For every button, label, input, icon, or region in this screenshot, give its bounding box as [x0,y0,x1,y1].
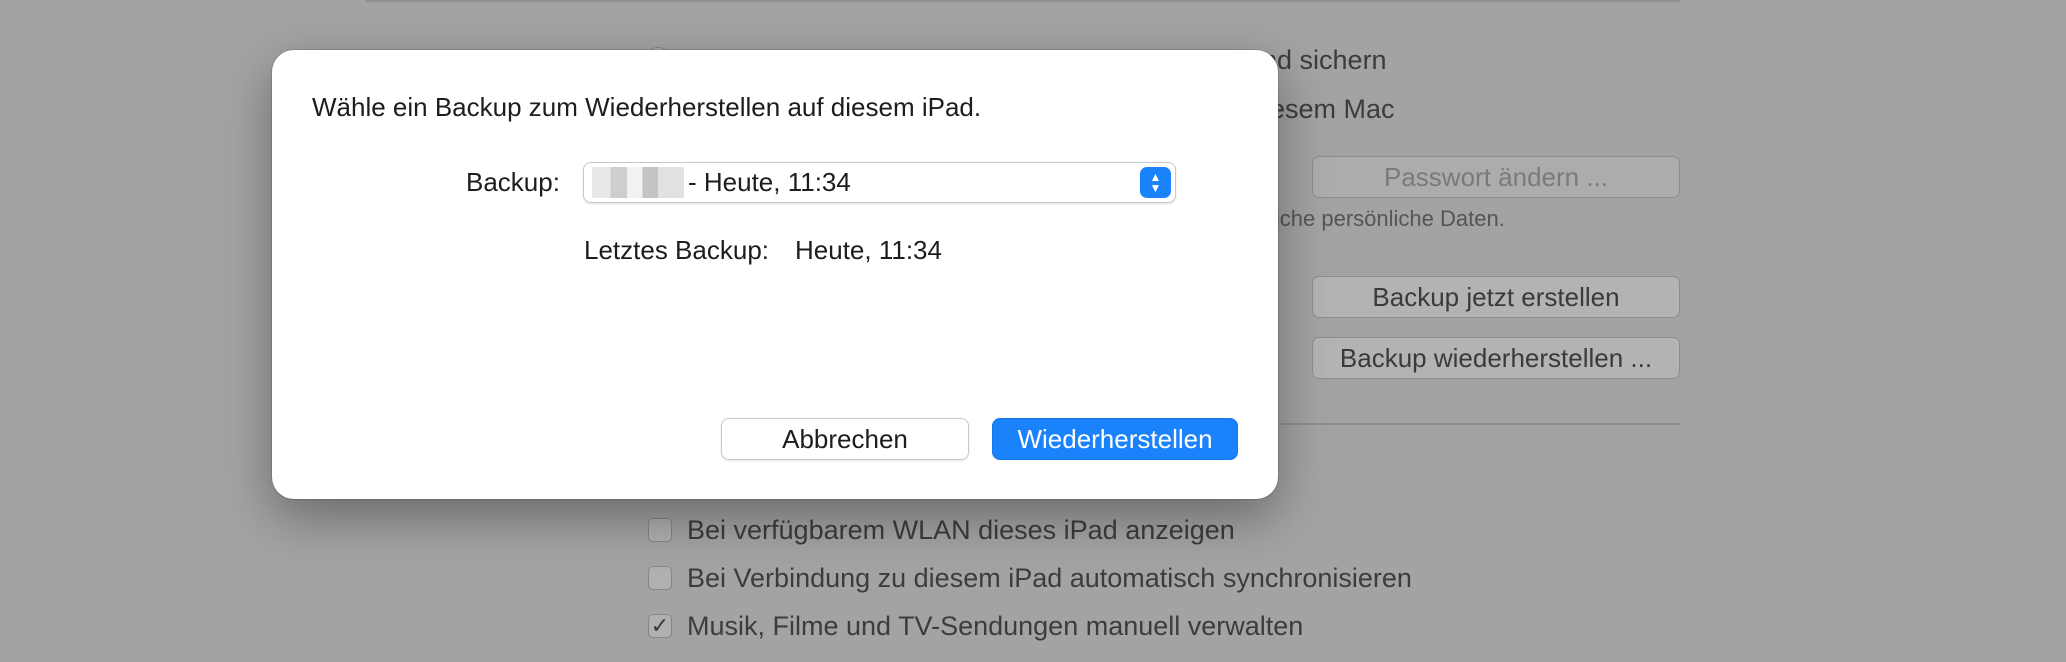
bg-text-sichern: nd sichern [1262,45,1387,75]
personal-data-note: liche persönliche Daten. [1270,206,1505,231]
backup-popup-menu[interactable]: - Heute, 11:34 ▲ ▼ [583,162,1176,203]
last-backup-label: Letztes Backup: [584,235,769,265]
dialog-title: Wähle ein Backup zum Wiederherstellen au… [312,92,982,122]
option-auto-sync-label: Bei Verbindung zu diesem iPad automatisc… [687,563,1412,593]
cancel-button[interactable]: Abbrechen [721,418,969,460]
change-password-button[interactable]: Passwort ändern ... [1312,156,1680,198]
last-backup-value: Heute, 11:34 [795,235,942,265]
restore-backup-dialog: Wähle ein Backup zum Wiederherstellen au… [272,50,1278,499]
popup-stepper-icon: ▲ ▼ [1140,167,1171,198]
restore-button[interactable]: Wiederherstellen [992,418,1238,460]
backup-label: Backup: [466,167,560,197]
redacted-device-name [592,167,684,198]
checkbox-manual-manage[interactable]: ✓ [648,614,672,638]
option-wlan-label: Bei verfügbarem WLAN dieses iPad anzeige… [687,515,1235,545]
checkbox-wlan[interactable] [648,518,672,542]
backup-now-button[interactable]: Backup jetzt erstellen [1312,276,1680,318]
divider [365,0,1680,2]
bg-text-mac: esem Mac [1270,94,1395,124]
checkbox-auto-sync[interactable] [648,566,672,590]
restore-backup-button[interactable]: Backup wiederherstellen ... [1312,337,1680,379]
divider [1280,423,1680,425]
option-manual-manage-label: Musik, Filme und TV-Sendungen manuell ve… [687,611,1304,641]
backup-selected-value: - Heute, 11:34 [688,167,851,197]
